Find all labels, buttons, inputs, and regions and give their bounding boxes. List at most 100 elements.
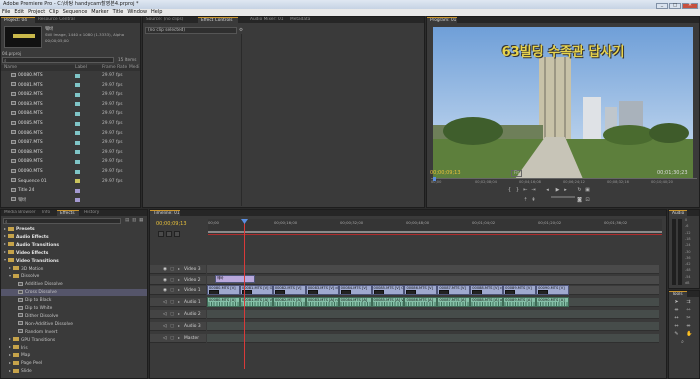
label-color-swatch[interactable] [75,131,80,136]
label-color-swatch[interactable] [75,140,80,145]
slide-tool-icon[interactable]: ⇎ [686,324,691,329]
tab-project[interactable]: Project: 04 [1,17,35,23]
program-ruler[interactable]: 00;00 00;02;08;04 00;04;16;08 00;06;24;12 00… [431,178,697,184]
track-lane[interactable] [207,322,659,331]
effects-search-input[interactable]: ⌕ [3,218,121,225]
extract-icon[interactable]: ⇞ [531,198,536,203]
expand-right-icon[interactable] [9,346,11,348]
lock-icon[interactable]: ▢ [170,276,174,285]
menu-item-title[interactable]: Title [113,9,124,15]
project-list-item[interactable]: Title 24 [1,187,140,194]
expand-right-icon[interactable] [4,243,6,246]
effects-folder[interactable]: Page Peel [1,360,147,367]
audio-clip[interactable]: 00084.MTS [A] [338,297,372,307]
track-select-tool-icon[interactable]: ⇉ [686,300,691,305]
expand-down-icon[interactable] [9,274,11,277]
project-list-item[interactable]: 웨바 [1,197,140,204]
trim-icon[interactable]: ⊡ [585,198,590,203]
safe-margins-icon[interactable]: ▣ [585,188,590,193]
audio-clip[interactable]: 00082.MTS [A] [272,297,306,307]
project-search-input[interactable]: ⌕ [2,57,114,64]
title-clip[interactable]: 웨바 [215,275,255,283]
program-timecode-current[interactable]: 00;00;09;13 [430,170,461,176]
timeline-playhead[interactable] [244,219,245,369]
tab-program[interactable]: Program: 01 [427,17,457,23]
video-clip[interactable]: 00089.MTS [V] [503,285,537,295]
effects-folder[interactable]: Presets [1,226,147,233]
menu-item-edit[interactable]: Edit [14,9,24,15]
label-color-swatch[interactable] [75,111,80,116]
expand-right-icon[interactable] [178,301,180,303]
export-frame-icon[interactable]: ◙ [577,198,582,203]
effects-folder[interactable]: Video Transitions [1,258,147,265]
expand-right-icon[interactable] [9,353,11,356]
project-list-item[interactable]: 00090.MTS 29.97 fps [1,168,140,175]
effects-item[interactable]: Dip to Black [1,297,147,304]
label-color-swatch[interactable] [75,73,80,78]
step-back-icon[interactable]: ◂ [545,188,550,193]
video-clip[interactable]: 00086.MTS [V] [404,285,438,295]
pen-tool-icon[interactable]: ✎ [674,332,679,337]
loop-icon[interactable]: ↻ [577,188,582,193]
tab-tools[interactable]: Tools [669,291,687,297]
expand-right-icon[interactable] [9,267,11,269]
tab-source[interactable]: Source: (no clips) [143,17,197,23]
effects-item[interactable]: Dip to White [1,305,147,312]
label-color-swatch[interactable] [75,198,80,203]
speaker-icon[interactable]: ◁ [163,310,166,319]
project-list-item[interactable]: 00084.MTS 29.97 fps [1,110,140,117]
audio-clip[interactable]: 00083.MTS [A] ne:L [305,297,339,307]
expand-right-icon[interactable] [178,337,180,339]
effects-folder[interactable]: Map [1,352,147,359]
chevron-icon[interactable]: ⚙ [239,28,243,33]
video-clip[interactable]: 00084.MTS [V] [338,285,372,295]
selection-tool-icon[interactable]: ➤ [674,300,679,305]
label-color-swatch[interactable] [75,159,80,164]
eye-icon[interactable]: ◉ [163,265,167,274]
menu-item-help[interactable]: Help [151,9,162,15]
expand-right-icon[interactable] [9,369,11,372]
column-media[interactable]: Medi [129,65,140,71]
effects-folder[interactable]: 3D Motion [1,266,147,273]
video-clip[interactable]: 00090.MTS [V] [536,285,569,295]
expand-right-icon[interactable] [178,279,180,281]
video-clip[interactable]: 00085.MTS [V] Opacity [371,285,405,295]
label-color-swatch[interactable] [75,169,80,174]
effects-folder[interactable]: GPU Transitions [1,337,147,344]
tab-timeline[interactable]: Timeline: 01 [150,210,180,216]
mark-in-icon[interactable]: { [507,188,512,193]
video-clip[interactable]: 00083.MTS [V] city: [305,285,339,295]
zoom-tool-icon[interactable]: ⌕ [680,340,685,345]
tab-effects[interactable]: Effects [57,210,79,216]
track-lane[interactable] [207,334,659,343]
effects-folder[interactable]: Dissolve [1,273,147,280]
label-color-swatch[interactable] [75,92,80,97]
effects-item[interactable]: Non-Additive Dissolve [1,321,147,328]
audio-clip[interactable]: 00085.MTS [A] Volume [371,297,405,307]
sequence-marker-icon[interactable] [174,231,180,237]
project-list-item[interactable]: 00082.MTS 29.97 fps [1,91,140,98]
snap-icon[interactable] [158,231,164,237]
menu-item-file[interactable]: File [2,9,10,15]
project-list-item[interactable]: 00087.MTS 29.97 fps [1,139,140,146]
menu-item-window[interactable]: Window [127,9,147,15]
track-lane[interactable] [207,276,659,285]
expand-right-icon[interactable] [4,235,6,238]
label-color-swatch[interactable] [75,121,80,126]
label-color-swatch[interactable] [75,188,80,193]
menu-item-sequence[interactable]: Sequence [63,9,88,15]
project-list-item[interactable]: 00088.MTS 29.97 fps [1,149,140,156]
track-lane[interactable] [207,265,659,274]
expand-right-icon[interactable] [178,325,180,327]
set-marker-icon[interactable] [166,231,172,237]
track-lane[interactable] [207,310,659,319]
expand-right-icon[interactable] [178,268,180,270]
slip-tool-icon[interactable]: ⇔ [674,324,679,329]
audio-clip[interactable]: 00080.MTS [A] [207,297,240,307]
project-list-item[interactable]: 00083.MTS 29.97 fps [1,101,140,108]
project-list-item[interactable]: 00080.MTS 29.97 fps [1,72,140,79]
effects-folder[interactable]: Slide [1,368,147,375]
audio-clip[interactable]: 00088.MTS [A] olume:Level [470,297,504,307]
tab-history[interactable]: History [81,210,105,216]
effects-item[interactable]: Random Invert [1,329,147,336]
